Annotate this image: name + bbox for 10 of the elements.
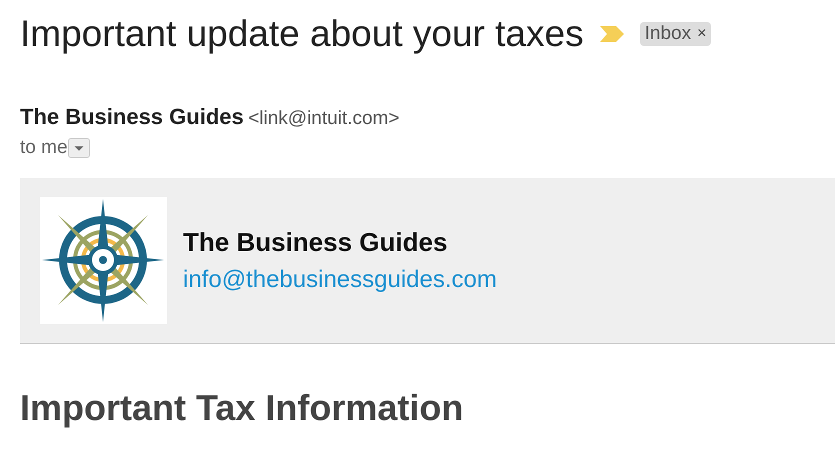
- label-chip[interactable]: Inbox ×: [640, 22, 712, 46]
- dropdown-icon[interactable]: [68, 138, 90, 158]
- sender-email: <link@intuit.com>: [248, 108, 400, 130]
- sender-name: The Business Guides: [20, 104, 244, 130]
- body-heading: Important Tax Information: [20, 386, 464, 430]
- company-name: The Business Guides: [183, 226, 448, 260]
- recipient-text: to me: [20, 136, 68, 160]
- importance-marker-icon[interactable]: [600, 26, 624, 42]
- email-subject: Important update about your taxes: [20, 12, 584, 56]
- compass-logo-icon: [40, 197, 167, 324]
